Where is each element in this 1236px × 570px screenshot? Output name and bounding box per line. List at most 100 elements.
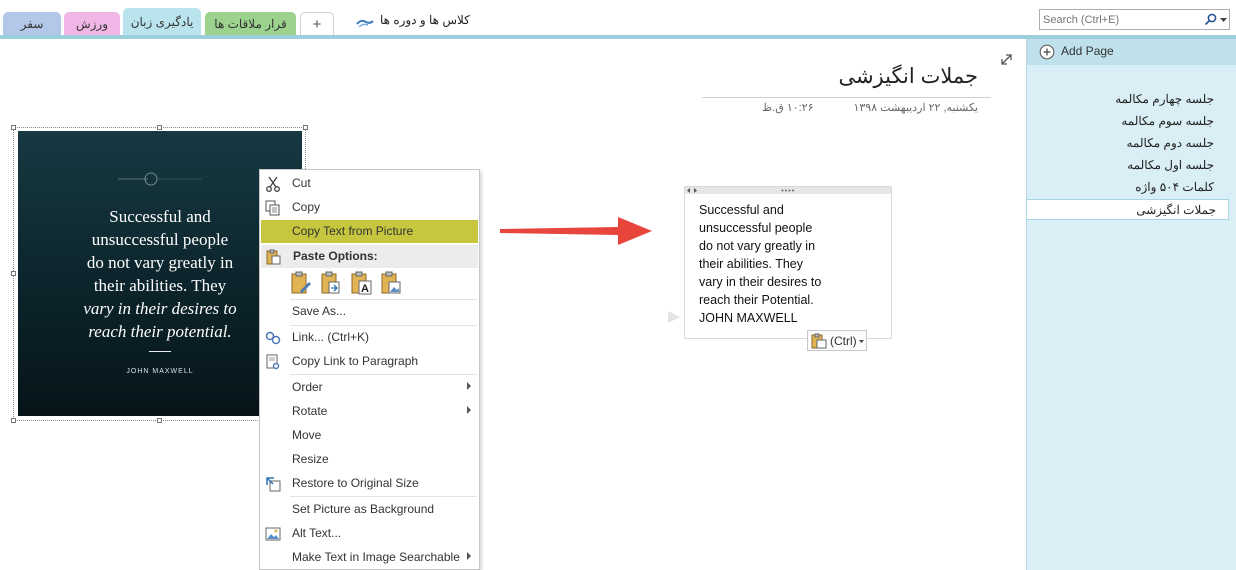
tab-label: یادگیری زبان bbox=[130, 15, 194, 29]
page-item[interactable]: جلسه اول مکالمه bbox=[1024, 158, 1214, 172]
add-page-label: Add Page bbox=[1061, 44, 1114, 58]
logo-ornament-icon bbox=[118, 172, 202, 186]
menu-label: Set Picture as Background bbox=[292, 502, 435, 516]
menu-separator bbox=[290, 496, 477, 497]
resize-handle[interactable] bbox=[303, 125, 308, 130]
quote-divider bbox=[149, 351, 171, 352]
copy-icon bbox=[265, 200, 280, 216]
page-item[interactable]: جلسه دوم مکالمه bbox=[1024, 136, 1214, 150]
menu-item-alt-text[interactable]: Alt Text... bbox=[260, 522, 479, 545]
tab-language-learning[interactable]: یادگیری زبان bbox=[123, 8, 201, 36]
menu-item-copy[interactable]: Copy bbox=[260, 196, 479, 219]
expand-icon[interactable] bbox=[1000, 53, 1013, 66]
drag-handle-icon[interactable] bbox=[781, 189, 795, 192]
menu-label: Resize bbox=[292, 452, 329, 466]
add-section-button[interactable]: + bbox=[300, 12, 334, 36]
text-line: JOHN MAXWELL bbox=[699, 311, 798, 325]
tab-appointments[interactable]: قرار ملاقات ها bbox=[205, 12, 296, 36]
notebook-icon bbox=[356, 19, 374, 28]
paste-merge-formatting-icon[interactable] bbox=[320, 271, 342, 295]
page-item-selected[interactable]: جملات انگیزشی bbox=[1026, 203, 1216, 217]
page-item[interactable]: کلمات ۵۰۴ واژه bbox=[1024, 180, 1214, 194]
text-outline-container[interactable]: Successful and unsuccessful people do no… bbox=[684, 186, 892, 339]
menu-item-rotate[interactable]: Rotate bbox=[260, 400, 479, 423]
menu-label: Make Text in Image Searchable bbox=[292, 550, 460, 564]
menu-separator bbox=[290, 374, 477, 375]
submenu-arrow-icon bbox=[467, 382, 471, 390]
menu-item-resize[interactable]: Resize bbox=[260, 448, 479, 471]
tab-label: ورزش bbox=[75, 17, 109, 31]
submenu-arrow-icon bbox=[467, 552, 471, 560]
search-input[interactable] bbox=[1043, 12, 1193, 27]
page-title[interactable]: جملات انگیزشی bbox=[838, 64, 978, 89]
tab-label: قرار ملاقات ها bbox=[214, 17, 287, 31]
text-line: unsuccessful people bbox=[699, 221, 813, 235]
pasted-text[interactable]: Successful and unsuccessful people do no… bbox=[699, 201, 879, 327]
menu-label: Rotate bbox=[292, 404, 328, 418]
search-box[interactable] bbox=[1039, 9, 1230, 30]
paste-clipboard-icon bbox=[811, 333, 827, 349]
link-icon bbox=[265, 331, 281, 345]
resize-handle[interactable] bbox=[11, 125, 16, 130]
page-time: ۱۰:۲۶ ق.ظ bbox=[762, 102, 814, 114]
notebook-name[interactable]: کلاس ها و دوره ها bbox=[380, 13, 470, 33]
paste-keep-formatting-icon[interactable] bbox=[290, 271, 312, 295]
paste-options-row: A bbox=[290, 271, 410, 297]
search-icon[interactable] bbox=[1204, 13, 1217, 26]
menu-item-save-as[interactable]: Save As... bbox=[260, 300, 479, 323]
red-arrow-icon bbox=[500, 217, 652, 245]
menu-item-link[interactable]: Link... (Ctrl+K) bbox=[260, 326, 479, 349]
add-page-button[interactable]: Add Page bbox=[1027, 39, 1236, 65]
plus-circle-icon bbox=[1039, 44, 1055, 60]
menu-label: Save As... bbox=[292, 304, 347, 318]
menu-label: Cut bbox=[292, 176, 311, 190]
paste-as-picture-icon[interactable] bbox=[380, 271, 402, 295]
text-line: do not vary greatly in bbox=[699, 239, 816, 253]
menu-label: Restore to Original Size bbox=[292, 476, 419, 490]
resize-handle[interactable] bbox=[11, 271, 16, 276]
resize-handle[interactable] bbox=[157, 125, 162, 130]
menu-item-copy-text-from-picture[interactable]: Copy Text from Picture bbox=[261, 220, 478, 243]
resize-arrows-icon[interactable] bbox=[687, 188, 697, 193]
tab-sport[interactable]: ورزش bbox=[64, 12, 120, 36]
add-section-label: + bbox=[312, 16, 322, 33]
chevron-down-icon bbox=[859, 340, 864, 343]
menu-label: Link... (Ctrl+K) bbox=[292, 330, 370, 344]
submenu-arrow-icon bbox=[467, 406, 471, 414]
menu-item-set-picture-as-background[interactable]: Set Picture as Background bbox=[260, 498, 479, 521]
title-divider bbox=[702, 97, 991, 98]
page-date: یکشنبه, ۲۲ اردیبهشت ۱۳۹۸ bbox=[853, 102, 978, 114]
paragraph-link-icon bbox=[266, 354, 280, 370]
menu-item-copy-link-to-paragraph[interactable]: Copy Link to Paragraph bbox=[260, 350, 479, 373]
menu-label: Copy Link to Paragraph bbox=[292, 354, 419, 368]
menu-item-cut[interactable]: Cut bbox=[260, 172, 479, 195]
menu-label: Move bbox=[292, 428, 322, 442]
paragraph-marker-icon bbox=[668, 311, 680, 323]
menu-label: Order bbox=[292, 380, 323, 394]
tab-label: سفر bbox=[20, 17, 44, 31]
clipboard-icon bbox=[266, 249, 281, 265]
paste-text-only-icon[interactable]: A bbox=[350, 271, 372, 295]
restore-size-icon bbox=[266, 477, 281, 492]
page-item[interactable]: جلسه سوم مکالمه bbox=[1024, 114, 1214, 128]
resize-handle[interactable] bbox=[11, 418, 16, 423]
menu-label: Copy Text from Picture bbox=[292, 224, 414, 238]
menu-item-restore-size[interactable]: Restore to Original Size bbox=[260, 472, 479, 495]
text-line: reach their Potential. bbox=[699, 293, 814, 307]
paste-options-header: Paste Options: bbox=[261, 245, 478, 268]
paste-options-button[interactable]: (Ctrl) bbox=[807, 330, 867, 351]
menu-item-make-text-searchable[interactable]: Make Text in Image Searchable bbox=[260, 546, 479, 569]
svg-text:A: A bbox=[361, 283, 369, 295]
text-line: their abilities. They bbox=[699, 257, 803, 271]
chevron-down-icon[interactable] bbox=[1220, 18, 1227, 23]
tab-travel[interactable]: سفر bbox=[3, 12, 61, 36]
menu-label: Copy bbox=[292, 200, 321, 214]
text-line: vary in their desires to bbox=[699, 275, 822, 289]
paste-chip-label: (Ctrl) bbox=[830, 334, 857, 348]
scissors-icon bbox=[266, 176, 280, 192]
menu-item-move[interactable]: Move bbox=[260, 424, 479, 447]
menu-item-order[interactable]: Order bbox=[260, 376, 479, 399]
resize-handle[interactable] bbox=[157, 418, 162, 423]
outline-drag-bar[interactable] bbox=[685, 187, 891, 194]
page-item[interactable]: جلسه چهارم مکالمه bbox=[1024, 92, 1214, 106]
